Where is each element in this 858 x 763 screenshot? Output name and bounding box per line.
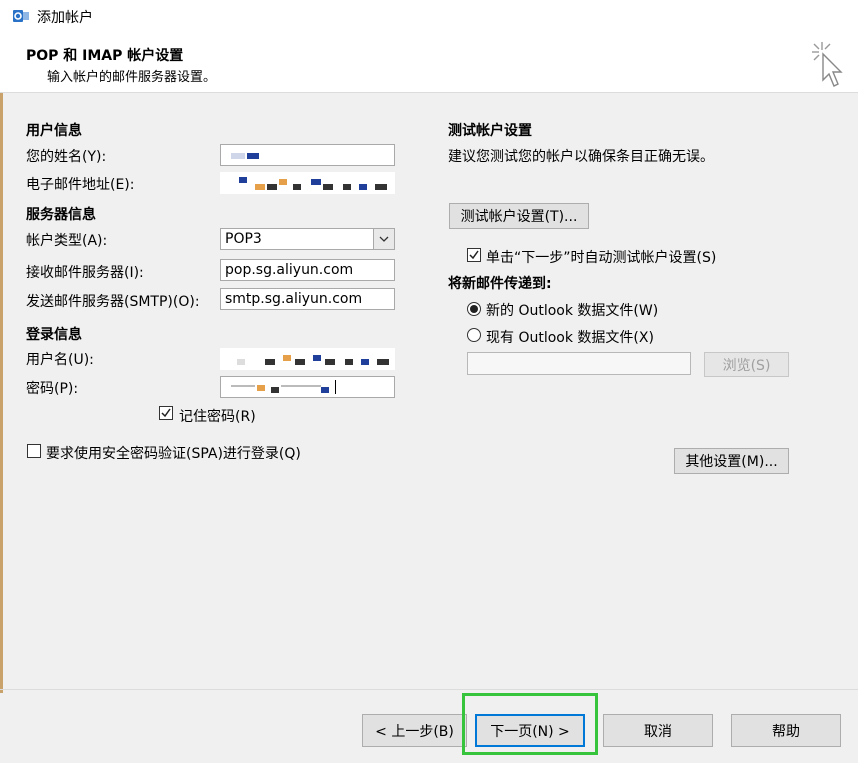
chevron-down-icon[interactable] [373,229,394,249]
existing-file-path-input[interactable] [467,352,691,375]
incoming-server-input[interactable]: pop.sg.aliyun.com [220,259,395,281]
username-label: 用户名(U): [26,352,94,368]
test-account-settings-button[interactable]: 测试帐户设置(T)... [449,203,589,229]
new-data-file-label[interactable]: 新的 Outlook 数据文件(W) [486,300,658,320]
cancel-button[interactable]: 取消 [603,714,713,747]
window-title: 添加帐户 [37,10,93,26]
test-settings-heading: 测试帐户设置 [448,123,532,139]
remember-password-label[interactable]: 记住密码(R) [179,406,256,426]
outgoing-server-input[interactable]: smtp.sg.aliyun.com [220,288,395,310]
dialog-header: POP 和 IMAP 帐户设置 输入帐户的邮件服务器设置。 [0,34,858,93]
remember-password-checkbox[interactable] [159,406,173,420]
title-bar: 添加帐户 [0,0,858,34]
outlook-app-icon [13,10,29,22]
existing-data-file-label[interactable]: 现有 Outlook 数据文件(X) [486,327,654,347]
account-type-value: POP3 [225,231,262,247]
test-settings-description: 建议您测试您的帐户以确保条目正确无误。 [448,149,714,165]
new-data-file-radio[interactable] [467,302,481,316]
password-input[interactable] [220,376,395,398]
spa-checkbox[interactable] [27,444,41,458]
password-label: 密码(P): [26,381,79,397]
login-info-heading: 登录信息 [26,327,82,343]
existing-data-file-radio[interactable] [467,328,481,342]
username-input[interactable] [220,348,395,370]
cursor-sparkle-icon [812,42,843,87]
outgoing-server-value: smtp.sg.aliyun.com [225,291,363,307]
account-type-label: 帐户类型(A): [26,233,108,249]
left-edge-strip [0,93,3,693]
incoming-server-value: pop.sg.aliyun.com [225,262,354,278]
help-button[interactable]: 帮助 [731,714,841,747]
incoming-server-label: 接收邮件服务器(I): [26,265,144,281]
auto-test-checkbox[interactable] [467,248,481,262]
deliver-heading: 将新邮件传递到: [448,276,552,292]
email-label: 电子邮件地址(E): [26,177,135,193]
more-settings-button[interactable]: 其他设置(M)... [674,448,789,474]
header-title: POP 和 IMAP 帐户设置 [26,48,184,64]
outgoing-server-label: 发送邮件服务器(SMTP)(O): [26,294,200,310]
spa-label[interactable]: 要求使用安全密码验证(SPA)进行登录(Q) [46,443,301,463]
name-input[interactable] [220,144,395,166]
header-subtitle: 输入帐户的邮件服务器设置。 [47,70,217,85]
server-info-heading: 服务器信息 [26,207,96,223]
account-type-select[interactable]: POP3 [220,228,395,250]
name-label: 您的姓名(Y): [26,149,107,165]
footer-divider [0,689,858,690]
auto-test-label[interactable]: 单击“下一步”时自动测试帐户设置(S) [486,247,716,267]
back-button[interactable]: < 上一步(B) [362,714,467,747]
email-input[interactable] [220,172,395,194]
browse-button[interactable]: 浏览(S) [704,352,789,377]
user-info-heading: 用户信息 [26,123,82,139]
next-button-highlight [462,693,598,755]
